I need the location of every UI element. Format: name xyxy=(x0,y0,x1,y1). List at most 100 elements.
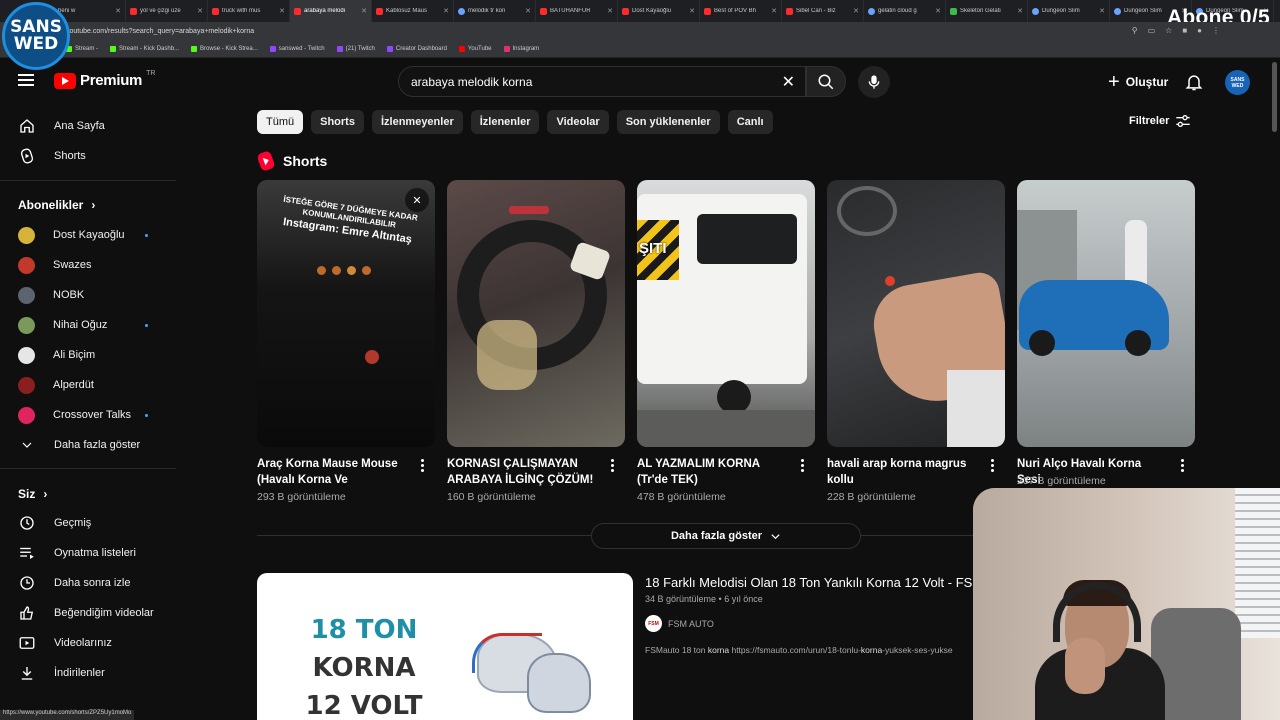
show-more-subscriptions[interactable]: Daha fazla göster xyxy=(12,430,172,460)
bookmark-item[interactable]: (21) Twitch xyxy=(336,46,375,52)
tab-close-icon[interactable]: ✕ xyxy=(607,7,613,15)
short-thumbnail[interactable]: İSTEĞE GÖRE 7 DÜĞMEYE KADAR KONUMLANDIRI… xyxy=(257,180,435,447)
sidebar-item-shorts[interactable]: Shorts xyxy=(12,141,172,171)
short-thumbnail[interactable]: ŞITI xyxy=(637,180,815,447)
browser-tab[interactable]: Dungeon Slim ✕ xyxy=(1028,0,1110,22)
short-card[interactable]: KORNASI ÇALIŞMAYAN ARABAYA İLGİNÇ ÇÖZÜM!… xyxy=(447,180,625,503)
browser-tab[interactable]: Skeleton Gelati ✕ xyxy=(946,0,1028,22)
sidebar-item-home[interactable]: Ana Sayfa xyxy=(12,111,172,141)
more-actions-icon[interactable] xyxy=(991,459,995,472)
channel-avatar[interactable]: FSM xyxy=(645,615,662,632)
bookmark-item[interactable]: Creator Dashboard xyxy=(386,46,447,52)
page-scrollbar[interactable] xyxy=(1272,62,1277,132)
browser-tab[interactable]: Kablosuz Maus ✕ xyxy=(372,0,454,22)
tab-close-icon[interactable]: ✕ xyxy=(935,7,941,15)
url-text[interactable]: youtube.com/results?search_query=arabaya… xyxy=(66,28,254,35)
sidebar-item-like[interactable]: Beğendiğim videolar xyxy=(12,598,172,628)
create-button[interactable]: + Oluştur xyxy=(1100,67,1176,97)
bookmark-item[interactable]: sanswed - Twitch xyxy=(269,46,325,52)
notifications-bell-icon[interactable] xyxy=(1184,72,1204,92)
tab-close-icon[interactable]: ✕ xyxy=(361,7,367,15)
more-actions-icon[interactable] xyxy=(801,459,805,472)
filter-chip[interactable]: Videolar xyxy=(547,110,609,134)
show-more-shorts-button[interactable]: Daha fazla göster xyxy=(591,523,861,549)
browser-tab[interactable]: Best of POV Bh ✕ xyxy=(700,0,782,22)
search-button[interactable] xyxy=(806,66,846,97)
video-title[interactable]: 18 Farklı Melodisi Olan 18 Ton Yankılı K… xyxy=(645,575,972,590)
sidebar-item-history[interactable]: Geçmiş xyxy=(12,508,172,538)
zoom-icon[interactable]: ⚲ xyxy=(1132,26,1138,35)
bookmark-star-icon[interactable]: ☆ xyxy=(1165,26,1172,35)
mute-icon[interactable]: ✕ xyxy=(405,188,429,212)
browser-tab[interactable]: truck with mus ✕ xyxy=(208,0,290,22)
account-avatar[interactable]: SANS WED xyxy=(1225,70,1250,95)
filters-button[interactable]: Filtreler xyxy=(1129,114,1191,128)
bookmark-item[interactable]: Browse - Kick Strea... xyxy=(191,46,258,52)
tab-close-icon[interactable]: ✕ xyxy=(525,7,531,15)
sidebar-item-playlist[interactable]: Oynatma listeleri xyxy=(12,538,172,568)
more-actions-icon[interactable] xyxy=(611,459,615,472)
browser-tab[interactable]: arabaya melodi ✕ xyxy=(290,0,372,22)
short-thumbnail[interactable] xyxy=(827,180,1005,447)
browser-tab[interactable]: melodik tr kon ✕ xyxy=(454,0,536,22)
more-actions-icon[interactable] xyxy=(1181,459,1185,472)
short-card[interactable]: havali arap korna magrus kollu 228 B gör… xyxy=(827,180,1005,503)
channel-name[interactable]: FSM AUTO xyxy=(668,619,714,629)
clear-search-icon[interactable]: ✕ xyxy=(782,72,795,92)
tab-close-icon[interactable]: ✕ xyxy=(115,7,121,15)
address-bar[interactable]: youtube.com/results?search_query=arabaya… xyxy=(0,22,1280,41)
subscriptions-heading[interactable]: Abonelikler › xyxy=(18,198,95,212)
short-card[interactable]: Nuri Alço Havalı Korna Sesi 237 B görünt… xyxy=(1017,180,1195,487)
subscription-item[interactable]: Nihai Oğuz xyxy=(12,310,172,340)
cast-icon[interactable]: ▭ xyxy=(1148,26,1156,35)
subscription-item[interactable]: Swazes xyxy=(12,250,172,280)
subscription-item[interactable]: Alperdüt xyxy=(12,370,172,400)
short-title[interactable]: KORNASI ÇALIŞMAYAN ARABAYA İLGİNÇ ÇÖZÜM! xyxy=(447,456,597,488)
subscription-item[interactable]: Crossover Talks xyxy=(12,400,172,430)
sidebar-item-watch-later[interactable]: Daha sonra izle xyxy=(12,568,172,598)
menu-dots-icon[interactable]: ⋮ xyxy=(1212,26,1220,35)
more-actions-icon[interactable] xyxy=(421,459,425,472)
tab-close-icon[interactable]: ✕ xyxy=(771,7,777,15)
youtube-premium-logo[interactable]: Premium TR xyxy=(54,70,155,89)
bookmark-item[interactable]: Stream - xyxy=(66,46,98,52)
voice-search-button[interactable] xyxy=(858,66,890,98)
browser-tab[interactable]: yol ve çizgi üze ✕ xyxy=(126,0,208,22)
short-thumbnail[interactable] xyxy=(447,180,625,447)
tab-close-icon[interactable]: ✕ xyxy=(443,7,449,15)
filter-chip[interactable]: İzlenenler xyxy=(470,110,540,134)
filter-chip[interactable]: Canlı xyxy=(727,110,773,134)
short-card[interactable]: İSTEĞE GÖRE 7 DÜĞMEYE KADAR KONUMLANDIRI… xyxy=(257,180,435,503)
short-title[interactable]: Araç Korna Mause Mouse (Havalı Korna Ve … xyxy=(257,456,407,488)
filter-chip[interactable]: Tümü xyxy=(257,110,304,134)
bookmark-item[interactable]: Instagram xyxy=(503,46,539,52)
sidebar-item-download[interactable]: İndirilenler xyxy=(12,658,172,688)
search-box[interactable]: ✕ xyxy=(398,66,806,97)
filter-chip[interactable]: Shorts xyxy=(311,110,364,134)
subscription-item[interactable]: Ali Biçim xyxy=(12,340,172,370)
browser-tab[interactable]: BATUHANFUR ✕ xyxy=(536,0,618,22)
video-channel[interactable]: FSM FSM AUTO xyxy=(645,615,714,632)
tab-close-icon[interactable]: ✕ xyxy=(689,7,695,15)
short-title[interactable]: havali arap korna magrus kollu xyxy=(827,456,977,488)
tab-close-icon[interactable]: ✕ xyxy=(1017,7,1023,15)
subscription-item[interactable]: Dost Kayaoğlu xyxy=(12,220,172,250)
tab-close-icon[interactable]: ✕ xyxy=(1099,7,1105,15)
you-heading[interactable]: Siz › xyxy=(18,487,47,501)
short-thumbnail[interactable] xyxy=(1017,180,1195,447)
filter-chip[interactable]: Son yüklenenler xyxy=(616,110,720,134)
video-thumbnail[interactable]: 18 TON KORNA 12 VOLT xyxy=(257,573,633,720)
short-title[interactable]: AL YAZMALIM KORNA (Tr'de TEK) xyxy=(637,456,787,488)
browser-tab[interactable]: gelatin cloud g ✕ xyxy=(864,0,946,22)
browser-tab[interactable]: Dost Kayaoğlu ✕ xyxy=(618,0,700,22)
sidebar-item-your-videos[interactable]: Videolarınız xyxy=(12,628,172,658)
profile-icon[interactable]: ● xyxy=(1197,26,1202,35)
hamburger-menu-icon[interactable] xyxy=(18,74,34,86)
filter-chip[interactable]: İzlenmeyenler xyxy=(371,110,463,134)
bookmark-item[interactable]: Stream - Kick Dashb... xyxy=(110,46,179,52)
tab-close-icon[interactable]: ✕ xyxy=(853,7,859,15)
subscription-item[interactable]: NOBK xyxy=(12,280,172,310)
browser-tab[interactable]: Sibel Can - Biz ✕ xyxy=(782,0,864,22)
short-card[interactable]: ŞITI AL YAZMALIM KORNA (Tr'de TEK) 478 B… xyxy=(637,180,815,503)
tab-close-icon[interactable]: ✕ xyxy=(197,7,203,15)
